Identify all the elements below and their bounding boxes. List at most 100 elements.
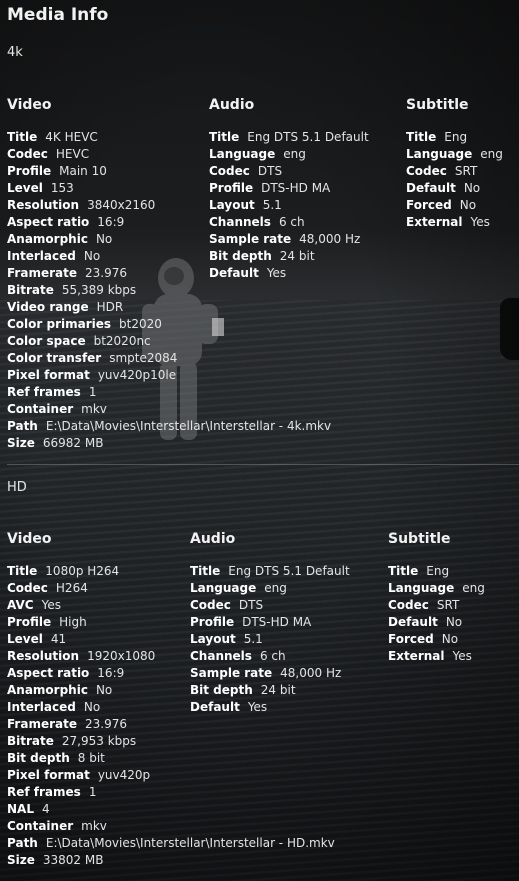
info-row: External Yes	[406, 214, 503, 231]
field-label: Language	[388, 581, 455, 595]
field-value: 4K HEVC	[45, 130, 98, 144]
field-value: No	[441, 632, 459, 646]
field-value: SRT	[454, 164, 478, 178]
field-value: bt2020	[119, 317, 162, 331]
field-label: Forced	[388, 632, 434, 646]
field-label: Codec	[7, 147, 48, 161]
field-label: Sample rate	[190, 666, 273, 680]
field-label: Framerate	[7, 717, 77, 731]
field-value: No	[445, 615, 463, 629]
field-value: 27,953 kbps	[61, 734, 137, 748]
field-label: Profile	[7, 164, 52, 178]
info-row: Default Yes	[209, 265, 369, 282]
field-value: 1080p H264	[45, 564, 120, 578]
field-label: Aspect ratio	[7, 215, 90, 229]
field-value: 153	[50, 181, 74, 195]
field-value: mkv	[81, 402, 107, 416]
field-value: DTS	[257, 164, 283, 178]
info-row: Codec SRT	[406, 163, 503, 180]
info-row: Channels 6 ch	[209, 214, 369, 231]
version-label: 4k	[7, 45, 23, 60]
field-value: No	[83, 700, 101, 714]
section-divider	[7, 464, 519, 465]
field-label: Color space	[7, 334, 86, 348]
subtitle-heading: Subtitle	[388, 531, 451, 547]
field-value: No	[459, 198, 477, 212]
field-label: Title	[388, 564, 419, 578]
field-label: Layout	[209, 198, 255, 212]
info-row: Pixel format yuv420p	[7, 767, 335, 784]
info-row: Framerate 23.976	[7, 716, 335, 733]
field-value: Yes	[470, 215, 490, 229]
info-row: Profile DTS-HD MA	[209, 180, 369, 197]
field-label: Pixel format	[7, 768, 90, 782]
field-value: 1	[88, 785, 97, 799]
field-value: mkv	[81, 819, 107, 833]
field-label: Pixel format	[7, 368, 90, 382]
field-value: 5.1	[243, 632, 263, 646]
info-row: Layout 5.1	[209, 197, 369, 214]
audio-heading: Audio	[190, 531, 236, 547]
field-value: eng	[480, 147, 503, 161]
field-value: yuv420p	[97, 768, 151, 782]
info-row: Channels 6 ch	[190, 648, 350, 665]
field-label: Title	[406, 130, 437, 144]
info-row: Color transfer smpte2084	[7, 350, 331, 367]
audio-heading: Audio	[209, 97, 255, 113]
field-value: No	[95, 232, 113, 246]
field-value: eng	[462, 581, 485, 595]
field-label: Codec	[388, 598, 429, 612]
field-label: Size	[7, 853, 35, 867]
field-value: SRT	[436, 598, 460, 612]
field-label: Profile	[7, 615, 52, 629]
field-label: Bitrate	[7, 734, 54, 748]
field-label: Color primaries	[7, 317, 112, 331]
info-row: Bitrate 55,389 kbps	[7, 282, 331, 299]
info-row: Sample rate 48,000 Hz	[209, 231, 369, 248]
field-label: Language	[190, 581, 257, 595]
info-row: Color space bt2020nc	[7, 333, 331, 350]
info-row: Ref frames 1	[7, 384, 331, 401]
field-label: Channels	[190, 649, 252, 663]
field-value: eng	[283, 147, 306, 161]
info-row: Title Eng	[388, 563, 485, 580]
video-heading: Video	[7, 97, 52, 113]
field-label: Bitrate	[7, 283, 54, 297]
field-label: Bit depth	[7, 751, 70, 765]
field-label: Level	[7, 632, 43, 646]
field-value: 66982 MB	[42, 436, 104, 450]
field-value: E:\Data\Movies\Interstellar\Interstellar…	[45, 419, 332, 433]
field-value: 48,000 Hz	[299, 232, 361, 246]
field-label: External	[406, 215, 463, 229]
field-value: 1920x1080	[87, 649, 156, 663]
field-value: 41	[50, 632, 67, 646]
field-value: Main 10	[59, 164, 107, 178]
subtitle-heading: Subtitle	[406, 97, 469, 113]
field-value: High	[59, 615, 87, 629]
field-value: Eng	[444, 130, 468, 144]
field-label: Bit depth	[209, 249, 272, 263]
info-row: Language eng	[209, 146, 369, 163]
field-label: AVC	[7, 598, 34, 612]
field-label: Title	[190, 564, 221, 578]
field-label: Interlaced	[7, 249, 76, 263]
info-row: Title Eng DTS 5.1 Default	[190, 563, 350, 580]
field-value: Eng	[426, 564, 450, 578]
field-label: Codec	[190, 598, 231, 612]
info-row: Forced No	[406, 197, 503, 214]
info-row: Forced No	[388, 631, 485, 648]
field-label: Bit depth	[190, 683, 253, 697]
field-label: Resolution	[7, 198, 80, 212]
field-label: Title	[209, 130, 240, 144]
field-label: Container	[7, 819, 74, 833]
field-label: Container	[7, 402, 74, 416]
info-row: External Yes	[388, 648, 485, 665]
field-label: Path	[7, 419, 38, 433]
field-value: Eng DTS 5.1 Default	[247, 130, 369, 144]
field-label: Interlaced	[7, 700, 76, 714]
field-value: H264	[55, 581, 88, 595]
field-label: Ref frames	[7, 785, 81, 799]
field-value: 33802 MB	[42, 853, 104, 867]
field-value: 23.976	[84, 266, 127, 280]
field-label: Size	[7, 436, 35, 450]
